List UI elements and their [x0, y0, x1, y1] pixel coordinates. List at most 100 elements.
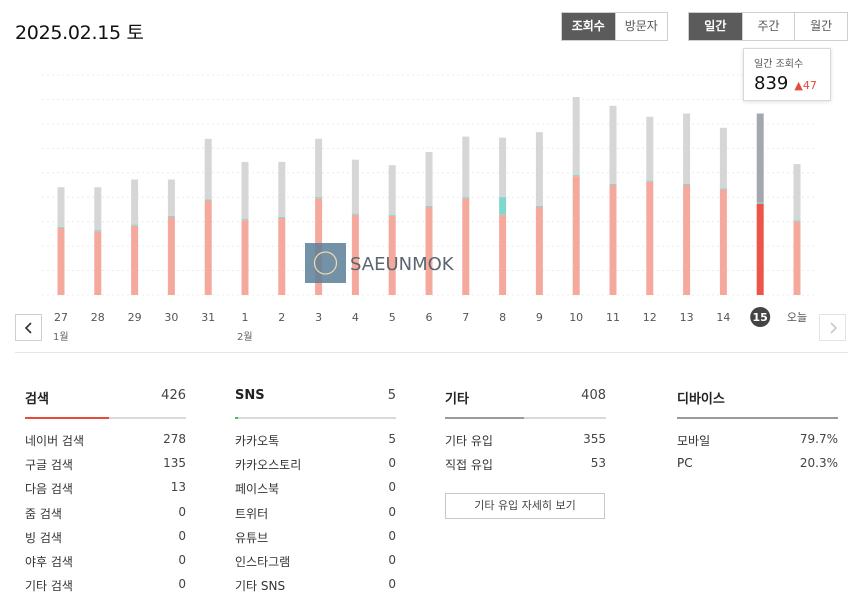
x-tick-label[interactable]: 28	[91, 311, 105, 324]
bar-other-6[interactable]	[425, 152, 433, 206]
bar-other-11[interactable]	[609, 105, 617, 184]
bar-sns-2[interactable]	[278, 216, 286, 218]
x-tick-label[interactable]: 27	[54, 311, 68, 324]
x-tick-label[interactable]: 10	[569, 311, 583, 324]
bar-other-10[interactable]	[572, 97, 580, 176]
bar-search-8[interactable]	[499, 214, 507, 295]
bar-search-7[interactable]	[462, 198, 470, 295]
page-title: 2025.02.15 토	[15, 22, 144, 44]
bar-search-10[interactable]	[572, 176, 580, 295]
bar-sns-30[interactable]	[167, 215, 175, 217]
stats-search-total: 426	[161, 388, 186, 403]
bar-search-30[interactable]	[167, 216, 175, 295]
bar-search-9[interactable]	[535, 207, 543, 295]
bar-search-12[interactable]	[646, 181, 654, 295]
bar-sns-9[interactable]	[535, 205, 543, 207]
x-tick-label[interactable]: 15	[753, 311, 768, 324]
stats-row-value: 0	[178, 528, 186, 543]
bar-search-2[interactable]	[278, 218, 286, 295]
bar-sns-6[interactable]	[425, 205, 433, 207]
x-tick-label[interactable]: 14	[716, 311, 730, 324]
x-tick-label[interactable]: 29	[128, 311, 142, 324]
bar-sns-31[interactable]	[204, 199, 212, 201]
bar-search-31[interactable]	[204, 200, 212, 295]
bar-sns-28[interactable]	[94, 230, 102, 232]
stats-row-value: 0	[388, 577, 396, 592]
tab-visitors[interactable]: 방문자	[614, 13, 667, 40]
bar-sns-8[interactable]	[499, 197, 507, 215]
bar-sns-11[interactable]	[609, 183, 617, 185]
bar-sns-3[interactable]	[315, 197, 323, 199]
bar-other-8[interactable]	[499, 137, 507, 198]
x-tick-label[interactable]: 7	[462, 311, 469, 324]
stats-row-label: 직접 유입	[445, 458, 493, 473]
x-tick-label[interactable]: 11	[606, 311, 620, 324]
bar-other-7[interactable]	[462, 136, 470, 198]
tab-weekly[interactable]: 주간	[741, 13, 795, 40]
bar-other-1[interactable]	[241, 161, 249, 220]
bar-sns-27[interactable]	[57, 226, 65, 228]
tab-daily[interactable]: 일간	[689, 13, 742, 40]
bar-search-14[interactable]	[719, 189, 727, 295]
bar-other-12[interactable]	[646, 116, 654, 181]
bar-other-3[interactable]	[315, 138, 323, 198]
bar-sns-오늘[interactable]	[793, 220, 801, 222]
x-tick-label[interactable]: 6	[426, 311, 433, 324]
x-tick-label[interactable]: 13	[680, 311, 694, 324]
stats-search-title: 검색	[25, 392, 49, 407]
bar-other-27[interactable]	[57, 187, 65, 227]
x-tick-label[interactable]: 5	[389, 311, 396, 324]
bar-sns-13[interactable]	[683, 183, 691, 185]
bar-other-31[interactable]	[204, 138, 212, 200]
bar-search-28[interactable]	[94, 231, 102, 295]
stats-row-value: 0	[388, 504, 396, 519]
prev-button[interactable]	[15, 314, 42, 341]
bar-search-15[interactable]	[756, 203, 764, 295]
bar-other-9[interactable]	[535, 132, 543, 206]
bar-search-6[interactable]	[425, 207, 433, 295]
x-tick-label[interactable]: 31	[201, 311, 215, 324]
tab-monthly[interactable]: 월간	[794, 13, 847, 40]
bar-search-27[interactable]	[57, 227, 65, 295]
bar-sns-4[interactable]	[351, 213, 359, 215]
bar-other-4[interactable]	[351, 159, 359, 214]
bar-search-1[interactable]	[241, 220, 249, 295]
bar-other-13[interactable]	[683, 113, 691, 184]
stats-row-label: PC	[677, 456, 693, 471]
bar-sns-15[interactable]	[756, 202, 764, 204]
bar-other-14[interactable]	[719, 127, 727, 189]
x-tick-label[interactable]: 1	[242, 311, 249, 324]
bar-other-15[interactable]	[756, 113, 764, 203]
stats-search: 검색 426 네이버 검색 278 구글 검색 135 다음 검색 13 줌 검색 0 빙 검색…	[25, 388, 186, 601]
stats-row-value: 5	[388, 432, 396, 446]
bar-search-29[interactable]	[131, 225, 139, 295]
tab-views[interactable]: 조회수	[562, 13, 615, 40]
bar-search-13[interactable]	[683, 185, 691, 295]
bar-search-오늘[interactable]	[793, 221, 801, 295]
bar-other-28[interactable]	[94, 187, 102, 231]
stats-row-label: 기타 유입	[445, 434, 493, 448]
bar-sns-29[interactable]	[131, 224, 139, 226]
bar-sns-5[interactable]	[388, 214, 396, 216]
next-button[interactable]	[819, 314, 846, 341]
bar-sns-14[interactable]	[719, 188, 727, 190]
bar-sns-1[interactable]	[241, 219, 249, 221]
x-tick-label[interactable]: 9	[536, 311, 543, 324]
x-tick-label[interactable]: 2	[278, 311, 285, 324]
x-tick-label[interactable]: 12	[643, 311, 657, 324]
bar-other-2[interactable]	[278, 161, 286, 217]
bar-other-29[interactable]	[131, 179, 139, 225]
bar-other-5[interactable]	[388, 165, 396, 215]
bar-sns-7[interactable]	[462, 197, 470, 199]
bar-sns-10[interactable]	[572, 175, 580, 177]
bar-sns-12[interactable]	[646, 180, 654, 182]
x-tick-label[interactable]: 오늘	[787, 311, 807, 324]
bar-other-오늘[interactable]	[793, 164, 801, 221]
bar-other-30[interactable]	[167, 179, 175, 216]
x-tick-label[interactable]: 4	[352, 311, 359, 324]
other-detail-button[interactable]: 기타 유입 자세히 보기	[445, 493, 605, 520]
x-tick-label[interactable]: 3	[315, 311, 322, 324]
bar-search-11[interactable]	[609, 185, 617, 295]
x-tick-label[interactable]: 8	[499, 311, 506, 324]
x-tick-label[interactable]: 30	[164, 311, 178, 324]
